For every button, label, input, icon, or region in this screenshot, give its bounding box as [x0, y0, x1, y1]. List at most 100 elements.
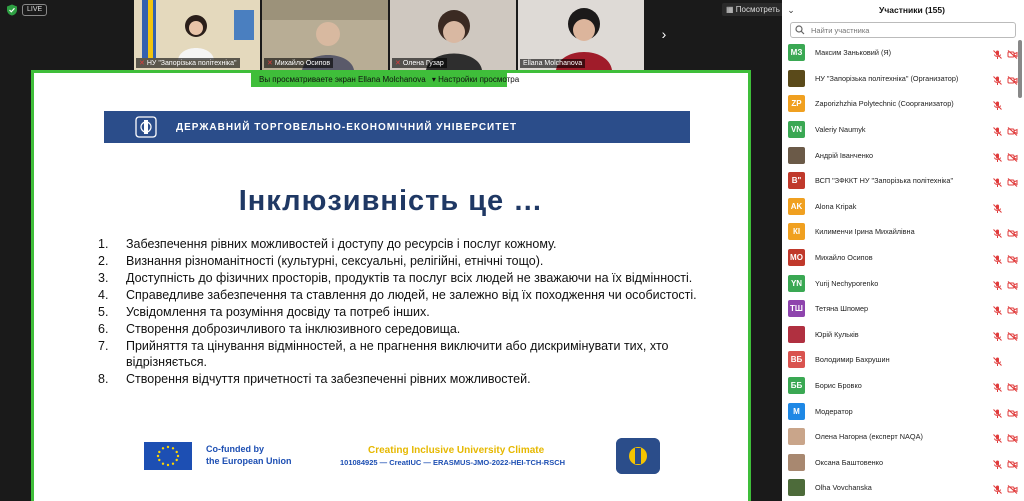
participant-row[interactable]: ВБ Володимир Бахрушин	[782, 347, 1018, 373]
list-item: 2. Визнання різноманітності (культурні, с…	[98, 254, 544, 268]
participant-name: ВСП "ЗФККТ НУ "Запорізька політехніка"	[815, 176, 954, 186]
avatar: ТШ	[788, 300, 805, 318]
participant-row[interactable]: ББ Борис Бровко	[782, 373, 1018, 399]
participant-row[interactable]: В" ВСП "ЗФККТ НУ "Запорізька політехніка"	[782, 168, 1018, 194]
avatar: ВБ	[788, 351, 805, 369]
video-icon-placeholder	[1007, 354, 1018, 365]
eu-flag-icon	[144, 442, 192, 470]
search-icon	[795, 25, 805, 35]
video-tile[interactable]: ✕ НУ "Запорізька політехніка"	[134, 0, 260, 70]
slide-title: Інклюзивність це …	[238, 185, 544, 217]
participant-row[interactable]: VN Valeriy Naumyk	[782, 117, 1018, 143]
participant-name: Zaporizhzhia Polytechnic (Соорганизатор)	[815, 99, 954, 109]
video-icon-placeholder	[1007, 98, 1018, 109]
participant-name: Юрій Кульків	[815, 329, 859, 339]
participant-row[interactable]: МЗ Максим Заньковий (Я)	[782, 40, 1018, 66]
zoom-meeting-window: LIVE ✕ НУ "Запорізька політехніка" ✕ Михай…	[0, 0, 1024, 501]
participant-name: Володимир Бахрушин	[815, 355, 890, 365]
participant-name: Андрій Іванченко	[815, 150, 874, 160]
participant-row[interactable]: Оксана Баштовенко	[782, 450, 1018, 476]
mic-muted-icon	[992, 482, 1003, 495]
mic-muted-icon	[992, 431, 1003, 444]
university-logo-icon	[616, 438, 660, 474]
video-tile[interactable]: ✕ Михайло Осипов	[262, 0, 388, 70]
participant-search[interactable]	[790, 22, 1016, 38]
video-off-icon	[1007, 457, 1018, 469]
mic-muted-icon	[992, 457, 1003, 469]
avatar: КІ	[788, 223, 805, 241]
video-off-icon	[1007, 73, 1018, 85]
participant-row[interactable]: AK Alona Kripak	[782, 194, 1018, 220]
participants-title: Участники (155)	[879, 5, 945, 15]
participant-name-label: Ellana Molchanova	[520, 59, 586, 68]
participant-row[interactable]: Андрій Іванченко	[782, 142, 1018, 168]
video-tile[interactable]: Ellana Molchanova	[518, 0, 644, 70]
video-tile[interactable]: ✕ Олена Гузар	[390, 0, 516, 70]
video-off-icon	[1007, 47, 1018, 60]
avatar: ББ	[788, 377, 805, 395]
participant-name: Килименчи Ірина Михайлівна	[815, 227, 915, 237]
project-title: Creating Inclusive University Climate	[368, 445, 545, 456]
avatar: МЗ	[788, 44, 805, 62]
participant-row[interactable]: МО Михайло Осипов	[782, 245, 1018, 271]
video-off-icon	[1007, 150, 1018, 162]
participant-name: Олена Нагорна (експерт NAQA)	[815, 432, 923, 442]
video-off-icon	[1007, 406, 1018, 418]
mic-muted-icon: ✕	[139, 60, 145, 67]
participant-name-label: ✕ Михайло Осипов	[264, 58, 334, 68]
mic-muted-icon: ✕	[395, 60, 401, 67]
mic-muted-icon	[992, 406, 1003, 418]
avatar	[788, 325, 805, 343]
participant-row[interactable]: КІ Килименчи Ірина Михайлівна	[782, 219, 1018, 245]
avatar	[788, 69, 805, 87]
search-input[interactable]	[811, 25, 991, 35]
avatar: AK	[788, 197, 805, 215]
mic-muted-icon	[992, 380, 1003, 393]
participant-name: Alona Kripak	[815, 201, 857, 211]
participant-row[interactable]: Олена Нагорна (експерт NAQA)	[782, 424, 1018, 450]
mic-muted-icon	[992, 329, 1003, 341]
avatar	[788, 428, 805, 446]
participant-row[interactable]: НУ "Запорізька політехніка" (Организатор…	[782, 66, 1018, 92]
avatar: ZP	[788, 95, 805, 113]
avatar	[788, 479, 805, 497]
collapse-chevron-icon[interactable]: ⌄	[782, 5, 800, 16]
view-settings-button[interactable]: ▾ Настройки просмотра	[432, 75, 519, 84]
live-badge[interactable]: LIVE	[22, 4, 48, 16]
participant-row[interactable]: Olha Vovchanska	[782, 475, 1018, 501]
next-videos-arrow-icon[interactable]: ›	[654, 20, 674, 48]
participant-row[interactable]: ТШ Тетяна Шпомер	[782, 296, 1018, 322]
view-button[interactable]: ▦ Посмотреть	[722, 3, 784, 16]
participant-row[interactable]: ZP Zaporizhzhia Polytechnic (Соорганизато…	[782, 91, 1018, 117]
video-off-icon	[1007, 252, 1018, 264]
video-off-icon	[1007, 380, 1018, 392]
participant-name: Оксана Баштовенко	[815, 457, 884, 467]
encryption-shield-icon[interactable]	[6, 4, 18, 16]
list-item: 8. Створення відчуття причетності та забе…	[98, 372, 531, 386]
participant-row[interactable]: Юрій Кульків	[782, 322, 1018, 348]
participant-name: Борис Бровко	[815, 381, 862, 391]
mic-muted-icon	[992, 226, 1003, 239]
participant-name: НУ "Запорізька політехніка" (Организатор…	[815, 73, 959, 83]
video-off-icon	[1007, 175, 1018, 188]
mic-muted-icon	[992, 124, 1003, 137]
mic-muted-icon	[992, 252, 1003, 265]
list-item: 1. Забезпечення рівних можливостей і дост…	[98, 237, 557, 251]
participant-name: Максим Заньковий (Я)	[815, 48, 892, 58]
participant-list: МЗ Максим Заньковий (Я) НУ "Запорізька пол…	[782, 40, 1018, 501]
participant-name-label: ✕ Олена Гузар	[392, 58, 447, 68]
avatar: В"	[788, 172, 805, 190]
share-status-bar: Вы просматриваете экран Ellana Molchanov…	[251, 73, 519, 87]
video-strip: ✕ НУ "Запорізька політехніка" ✕ Михайло Ос…	[134, 0, 674, 70]
video-off-icon	[1007, 124, 1018, 136]
list-item: 3. Доступність до фізичних просторів, про…	[98, 271, 693, 285]
participant-row[interactable]: М Модератор	[782, 398, 1018, 424]
scrollbar[interactable]	[1018, 40, 1022, 98]
project-code: 101084925 — CreatIUC — ERASMUS-JMO-2022-…	[340, 458, 566, 467]
video-off-icon	[1007, 329, 1018, 341]
mic-muted-icon	[992, 47, 1003, 60]
mic-muted-icon	[992, 354, 1003, 367]
participant-name: Модератор	[815, 406, 853, 416]
participant-row[interactable]: YN Yurij Nechyporenko	[782, 270, 1018, 296]
mic-muted-icon	[992, 278, 1003, 290]
